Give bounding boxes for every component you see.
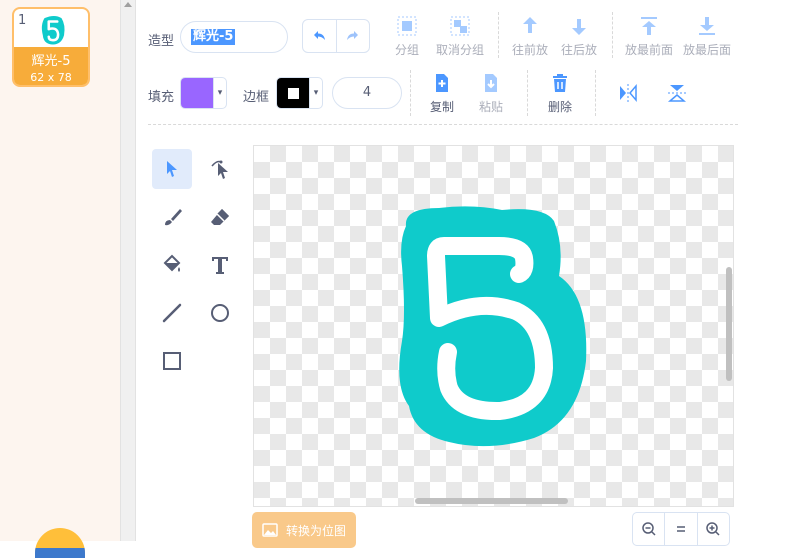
forward-label: 往前放: [511, 43, 548, 57]
group-icon: [397, 16, 417, 36]
convert-to-bitmap-button[interactable]: 转换为位图: [252, 512, 356, 548]
outline-width-input[interactable]: 4: [332, 77, 402, 109]
convert-to-bitmap-label: 转换为位图: [286, 523, 347, 538]
canvas-horizontal-scrollbar[interactable]: [415, 498, 568, 504]
rectangle-icon: [163, 352, 181, 370]
flip-vertical-icon: [667, 85, 687, 102]
zoom-in-icon: [706, 522, 720, 536]
to-back-icon: [699, 17, 715, 35]
reshape-tool[interactable]: [200, 149, 240, 189]
costume-name-value: 辉光-5: [191, 29, 236, 45]
fill-tool[interactable]: [152, 245, 192, 285]
group-label: 分组: [394, 43, 419, 57]
undo-button[interactable]: [303, 20, 337, 52]
outline-color-swatch: [277, 78, 309, 108]
costume-number: 1: [18, 13, 27, 28]
costume-list-panel: 1 辉光-5 62 x 78: [0, 0, 120, 558]
group-button[interactable]: 分组: [377, 15, 437, 58]
costume-glow-5: [399, 206, 587, 447]
undo-redo-group: [302, 19, 370, 53]
flip-vertical-button[interactable]: [647, 82, 707, 104]
equals-icon: [676, 526, 685, 532]
circle-icon: [211, 304, 229, 322]
forward-icon: [523, 17, 537, 33]
rectangle-tool[interactable]: [152, 341, 192, 381]
divider: [498, 12, 499, 58]
costume-size: 62 x 78: [30, 71, 72, 84]
line-icon: [162, 303, 182, 323]
costume-card[interactable]: 1 辉光-5 62 x 78: [12, 7, 90, 87]
canvas-vertical-scrollbar[interactable]: [726, 267, 732, 381]
line-tool[interactable]: [152, 293, 192, 333]
zoom-out-button[interactable]: [633, 513, 664, 545]
divider: [612, 12, 613, 58]
image-icon: [262, 523, 278, 537]
backward-button[interactable]: 往后放: [549, 15, 609, 58]
paste-button[interactable]: 粘贴: [461, 72, 521, 115]
to-back-button[interactable]: 放最后面: [677, 15, 737, 58]
costume-info: 辉光-5 62 x 78: [14, 47, 88, 85]
delete-label: 删除: [547, 100, 572, 114]
fill-label: 填充: [148, 90, 175, 105]
backward-icon: [572, 19, 586, 35]
zoom-out-icon: [641, 522, 656, 536]
circle-tool[interactable]: [200, 293, 240, 333]
zoom-in-button[interactable]: [696, 513, 729, 545]
zoom-reset-button[interactable]: [664, 513, 696, 545]
reshape-cursor-icon: [211, 160, 228, 179]
paste-label: 粘贴: [478, 100, 503, 114]
backward-label: 往后放: [560, 43, 597, 57]
outline-color-picker[interactable]: ▾: [276, 77, 323, 109]
paint-bucket-icon: [163, 254, 181, 272]
ungroup-icon: [450, 16, 470, 36]
delete-button[interactable]: 删除: [530, 72, 590, 115]
costume-list-scrollbar[interactable]: [120, 0, 136, 541]
copy-icon: [436, 74, 448, 92]
to-back-label: 放最后面: [682, 43, 731, 57]
redo-button[interactable]: [337, 20, 370, 52]
trash-icon: [553, 74, 567, 92]
eraser-icon: [211, 209, 229, 225]
costume-thumbnail: [41, 15, 65, 45]
divider: [527, 70, 528, 116]
paste-icon: [485, 74, 497, 92]
redo-icon: [346, 31, 358, 40]
arrow-cursor-icon: [167, 161, 177, 177]
fill-color-picker[interactable]: ▾: [180, 77, 227, 109]
text-icon: [212, 257, 228, 274]
copy-label: 复制: [429, 100, 454, 114]
costume-name-label: 造型: [148, 34, 175, 49]
flip-horizontal-icon: [620, 83, 637, 103]
brush-icon: [165, 209, 182, 226]
to-front-icon: [641, 17, 657, 35]
select-tool[interactable]: [152, 149, 192, 189]
choose-costume-button[interactable]: [35, 528, 85, 558]
ungroup-button[interactable]: 取消分组: [430, 15, 490, 58]
ungroup-label: 取消分组: [435, 43, 484, 57]
paint-canvas[interactable]: [253, 145, 734, 507]
undo-icon: [314, 31, 326, 40]
divider: [595, 70, 596, 116]
costume-name: 辉光-5: [31, 54, 71, 69]
divider: [410, 70, 411, 116]
brush-tool[interactable]: [152, 197, 192, 237]
chevron-down-icon: ▾: [213, 78, 226, 108]
toolbar-divider: [148, 124, 738, 125]
to-front-label: 放最前面: [624, 43, 673, 57]
to-front-button[interactable]: 放最前面: [619, 15, 679, 58]
outline-label: 边框: [243, 90, 270, 105]
fill-color-swatch: [181, 78, 213, 108]
eraser-tool[interactable]: [200, 197, 240, 237]
chevron-down-icon: ▾: [309, 78, 322, 108]
text-tool[interactable]: [200, 245, 240, 285]
costume-name-input[interactable]: 辉光-5: [180, 21, 288, 53]
